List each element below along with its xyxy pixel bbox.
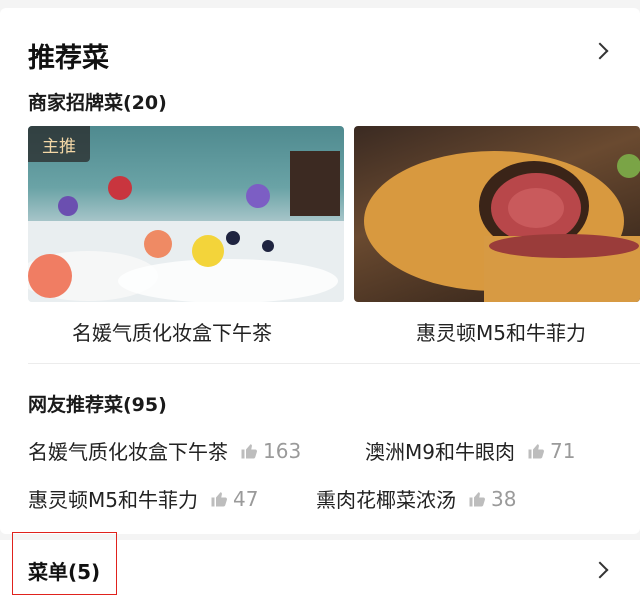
- like-count: 163: [263, 438, 302, 463]
- featured-badge: 主推: [28, 126, 90, 162]
- like-count: 38: [491, 486, 517, 511]
- divider: [28, 363, 640, 364]
- netizen-item-name: 惠灵顿M5和牛菲力: [28, 488, 198, 512]
- netizen-item-name: 名媛气质化妆盒下午茶: [28, 440, 228, 464]
- like-count: 47: [232, 486, 259, 511]
- featured-caption-2[interactable]: 惠灵顿M5和牛菲力: [416, 317, 586, 346]
- like-count: 71: [549, 438, 576, 463]
- netizen-item[interactable]: 熏肉花椰菜浓汤 38: [316, 484, 516, 513]
- netizen-item-name: 澳洲M9和牛眼肉: [365, 440, 515, 464]
- thumbs-up-icon: [528, 443, 544, 458]
- featured-caption-1[interactable]: 名媛气质化妆盒下午茶: [72, 317, 272, 346]
- dish-photo-beef-wellington[interactable]: [354, 126, 640, 302]
- merchant-dishes-title: 商家招牌菜(20): [28, 92, 167, 114]
- netizen-item[interactable]: 澳洲M9和牛眼肉 71: [365, 436, 575, 465]
- netizen-dishes-title: 网友推荐菜(95): [28, 394, 167, 416]
- beef-wellington-illustration: [364, 151, 640, 302]
- netizen-item[interactable]: 惠灵顿M5和牛菲力 47: [28, 484, 258, 513]
- section-title: 推荐菜: [28, 43, 109, 74]
- thumbs-up-icon: [211, 491, 227, 506]
- netizen-item[interactable]: 名媛气质化妆盒下午茶 163: [28, 436, 301, 465]
- thumbs-up-icon: [241, 443, 257, 458]
- thumbs-up-icon: [469, 491, 485, 506]
- menu-label[interactable]: 菜单(5): [28, 556, 100, 585]
- netizen-item-name: 熏肉花椰菜浓汤: [316, 488, 456, 512]
